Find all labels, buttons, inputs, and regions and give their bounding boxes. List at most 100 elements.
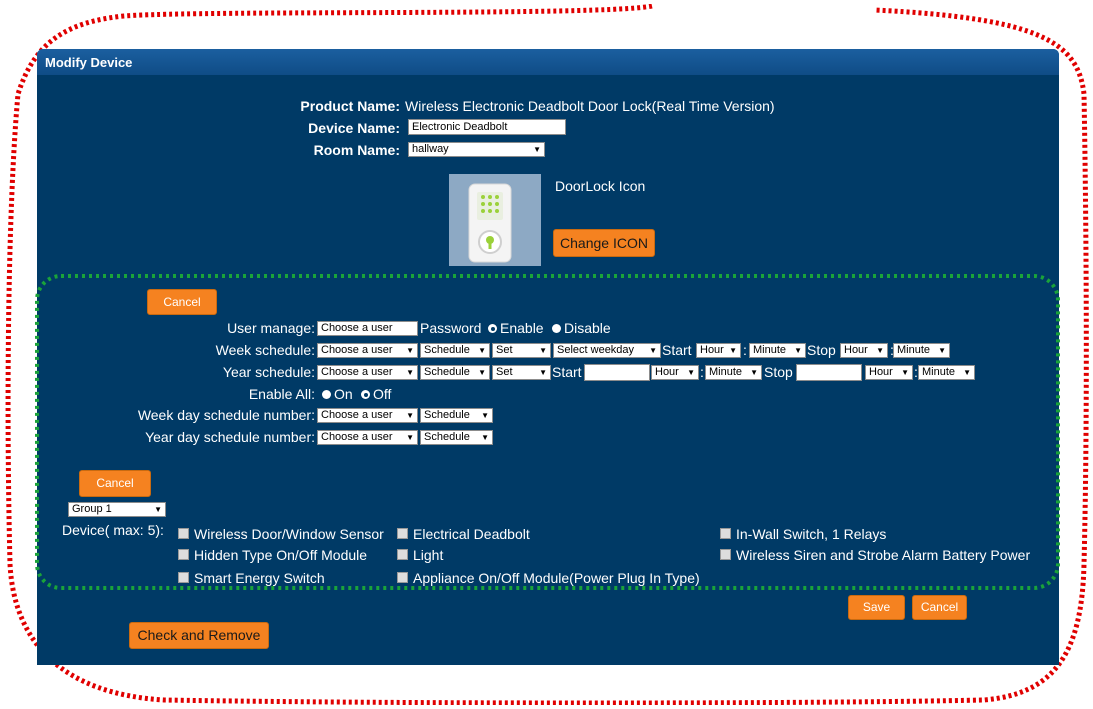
device-checkbox[interactable]: Hidden Type On/Off Module xyxy=(178,547,367,563)
dropdown-arrow-icon: ▼ xyxy=(539,346,547,355)
year-stop-hour-select[interactable]: Hour ▼ xyxy=(865,365,913,380)
change-icon-button[interactable]: Change ICON xyxy=(553,229,655,257)
year-schedule-select[interactable]: Schedule ▼ xyxy=(420,365,490,380)
device-label: Light xyxy=(413,547,444,563)
room-name-value: hallway xyxy=(412,143,449,155)
device-checkbox[interactable]: Smart Energy Switch xyxy=(178,570,325,586)
year-start-minute-select[interactable]: Minute ▼ xyxy=(705,365,762,380)
panel-title: Modify Device xyxy=(37,49,1059,75)
dropdown-arrow-icon: ▼ xyxy=(406,411,414,420)
select-value: Choose a user xyxy=(321,344,393,356)
device-checkbox[interactable]: Light xyxy=(397,547,443,563)
off-label: Off xyxy=(373,386,392,402)
save-button[interactable]: Save xyxy=(848,595,905,620)
week-day-user-select[interactable]: Choose a user ▼ xyxy=(317,408,418,423)
radio-checked-icon xyxy=(361,390,370,399)
select-value: Schedule xyxy=(424,344,470,356)
dropdown-arrow-icon: ▼ xyxy=(481,433,489,442)
week-set-select[interactable]: Set ▼ xyxy=(492,343,551,358)
week-stop-minute-select[interactable]: Minute ▼ xyxy=(893,343,950,358)
dropdown-arrow-icon: ▼ xyxy=(876,346,884,355)
dropdown-arrow-icon: ▼ xyxy=(938,346,946,355)
select-value: Set xyxy=(496,366,513,378)
year-user-select[interactable]: Choose a user ▼ xyxy=(317,365,418,380)
select-value: Minute xyxy=(922,366,956,378)
device-label: Appliance On/Off Module(Power Plug In Ty… xyxy=(413,570,700,586)
checkbox-icon xyxy=(720,528,731,539)
user-manage-label: User manage: xyxy=(227,320,315,336)
year-start-date-input[interactable] xyxy=(584,364,650,381)
dropdown-arrow-icon: ▼ xyxy=(406,368,414,377)
year-day-user-select[interactable]: Choose a user ▼ xyxy=(317,430,418,445)
year-start-label: Start xyxy=(552,364,582,380)
checkbox-icon xyxy=(397,528,408,539)
dropdown-arrow-icon: ▼ xyxy=(963,368,971,377)
select-value: Choose a user xyxy=(321,409,393,421)
year-set-select[interactable]: Set ▼ xyxy=(492,365,551,380)
select-value: Hour xyxy=(869,366,893,378)
footer-cancel-button[interactable]: Cancel xyxy=(912,595,967,620)
year-day-number-label: Year day schedule number: xyxy=(145,429,315,445)
dropdown-arrow-icon: ▼ xyxy=(481,411,489,420)
check-and-remove-button[interactable]: Check and Remove xyxy=(129,622,269,649)
select-value: Select weekday xyxy=(557,344,635,356)
checkbox-icon xyxy=(397,572,408,583)
dropdown-arrow-icon: ▼ xyxy=(750,368,758,377)
group-cancel-button[interactable]: Cancel xyxy=(79,470,151,497)
doorlock-icon xyxy=(449,174,541,266)
enable-all-on-radio[interactable]: On xyxy=(322,386,353,402)
device-label: Electrical Deadbolt xyxy=(413,526,530,542)
dropdown-arrow-icon: ▼ xyxy=(539,368,547,377)
device-label: Smart Energy Switch xyxy=(194,570,325,586)
enable-all-off-radio[interactable]: Off xyxy=(361,386,391,402)
select-value: Choose a user xyxy=(321,322,393,334)
checkbox-icon xyxy=(178,549,189,560)
checkbox-icon xyxy=(720,549,731,560)
password-label: Password xyxy=(420,320,482,336)
week-start-minute-select[interactable]: Minute ▼ xyxy=(749,343,806,358)
radio-checked-icon xyxy=(488,324,497,333)
year-schedule-label: Year schedule: xyxy=(222,364,315,380)
week-day-schedule-select[interactable]: Schedule ▼ xyxy=(420,408,493,423)
group-select[interactable]: Group 1 ▼ xyxy=(68,502,166,517)
dropdown-arrow-icon: ▼ xyxy=(406,346,414,355)
year-start-hour-select[interactable]: Hour ▼ xyxy=(651,365,699,380)
radio-icon xyxy=(552,324,561,333)
week-stop-hour-select[interactable]: Hour ▼ xyxy=(840,343,888,358)
select-value: Schedule xyxy=(424,366,470,378)
dropdown-arrow-icon: ▼ xyxy=(478,368,486,377)
dropdown-arrow-icon: ▼ xyxy=(154,505,162,514)
device-name-input[interactable]: Electronic Deadbolt xyxy=(408,119,566,135)
checkbox-icon xyxy=(178,572,189,583)
year-stop-date-input[interactable] xyxy=(796,364,862,381)
dropdown-arrow-icon: ▼ xyxy=(533,145,541,154)
disable-radio[interactable]: Disable xyxy=(552,320,611,336)
disable-label: Disable xyxy=(564,320,611,336)
device-checkbox[interactable]: Electrical Deadbolt xyxy=(397,526,530,542)
select-value: Group 1 xyxy=(72,503,112,515)
room-name-select[interactable]: hallway ▼ xyxy=(408,142,545,157)
select-value: Schedule xyxy=(424,431,470,443)
user-manage-user-select[interactable]: Choose a user xyxy=(317,321,418,336)
year-stop-minute-select[interactable]: Minute ▼ xyxy=(918,365,975,380)
time-separator: : xyxy=(700,364,704,380)
device-max-label: Device( max: 5): xyxy=(62,522,164,538)
year-day-schedule-select[interactable]: Schedule ▼ xyxy=(420,430,493,445)
device-checkbox[interactable]: Wireless Door/Window Sensor xyxy=(178,526,384,542)
week-start-hour-select[interactable]: Hour ▼ xyxy=(696,343,741,358)
radio-icon xyxy=(322,390,331,399)
product-name-value: Wireless Electronic Deadbolt Door Lock(R… xyxy=(405,98,775,114)
week-user-select[interactable]: Choose a user ▼ xyxy=(317,343,418,358)
device-label: Hidden Type On/Off Module xyxy=(194,547,368,563)
dropdown-arrow-icon: ▼ xyxy=(649,346,657,355)
week-schedule-select[interactable]: Schedule ▼ xyxy=(420,343,490,358)
user-cancel-button[interactable]: Cancel xyxy=(147,289,217,315)
device-checkbox[interactable]: Appliance On/Off Module(Power Plug In Ty… xyxy=(397,570,700,586)
device-checkbox[interactable]: In-Wall Switch, 1 Relays xyxy=(720,526,886,542)
week-weekday-select[interactable]: Select weekday ▼ xyxy=(553,343,661,358)
dropdown-arrow-icon: ▼ xyxy=(901,368,909,377)
enable-radio[interactable]: Enable xyxy=(488,320,544,336)
device-label: In-Wall Switch, 1 Relays xyxy=(736,526,887,542)
dropdown-arrow-icon: ▼ xyxy=(406,433,414,442)
device-checkbox[interactable]: Wireless Siren and Strobe Alarm Battery … xyxy=(720,547,1030,563)
